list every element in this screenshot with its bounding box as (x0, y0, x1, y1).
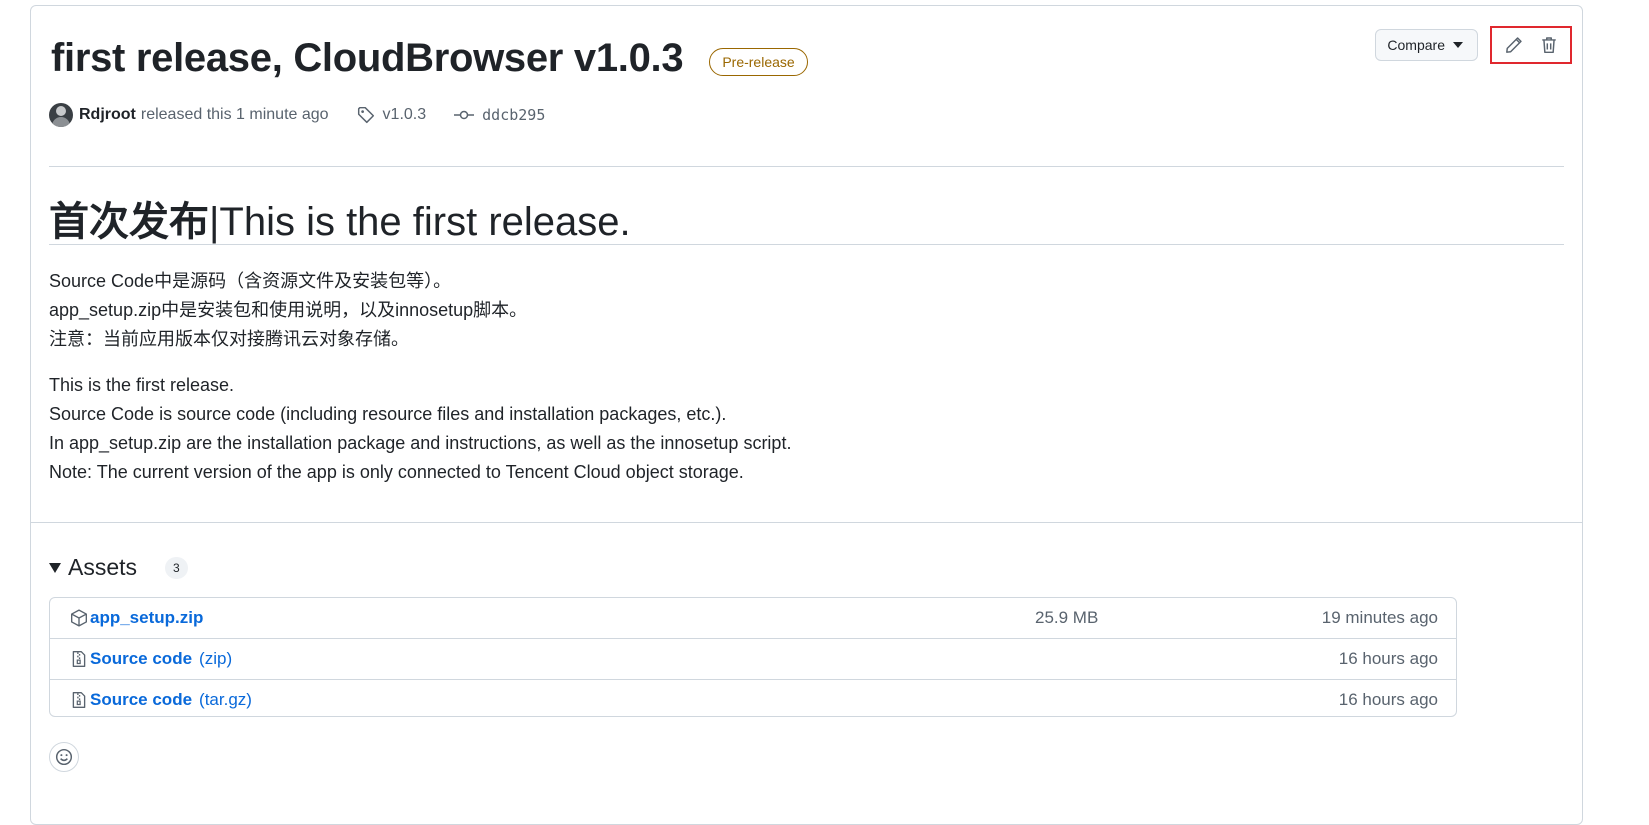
commit-sha: ddcb295 (482, 106, 546, 124)
assets-count-badge: 3 (165, 556, 188, 579)
edit-delete-group (1490, 26, 1572, 64)
note-line: This is the first release. (49, 375, 235, 395)
note-line: app_setup.zip中是安装包和使用说明，以及innosetup脚本。 (49, 300, 528, 320)
release-body-heading: 首次发布|This is the first release. (49, 189, 631, 247)
compare-button[interactable]: Compare (1375, 29, 1478, 61)
compare-label: Compare (1387, 37, 1445, 53)
file-zip-icon (72, 692, 86, 708)
assets-divider (31, 522, 1582, 523)
note-line: Source Code is source code (including re… (49, 404, 727, 424)
asset-link[interactable]: Source code (tar.gz) (70, 690, 252, 710)
triangle-down-icon (49, 562, 61, 573)
assets-heading: Assets (68, 554, 138, 580)
assets-toggle[interactable]: Assets 3 (49, 554, 188, 581)
note-line: Note: The current version of the app is … (49, 462, 744, 482)
asset-link[interactable]: app_setup.zip (70, 608, 210, 628)
delete-button[interactable] (1537, 33, 1561, 57)
asset-ext: (tar.gz) (199, 690, 252, 709)
released-text: released this 1 minute ago (140, 106, 329, 123)
release-card: first release, CloudBrowser v1.0.3 Pre-r… (30, 5, 1583, 825)
asset-row: app_setup.zip 25.9 MB 19 minutes ago (50, 598, 1456, 639)
asset-row: Source code (tar.gz) 16 hours ago (50, 680, 1456, 720)
release-notes-en: This is the first release. Source Code i… (49, 371, 791, 487)
asset-link[interactable]: Source code (zip) (70, 649, 232, 669)
asset-time: 19 minutes ago (1321, 608, 1438, 627)
asset-name: Source code (90, 649, 193, 668)
add-reaction-button[interactable] (49, 742, 79, 772)
release-header: first release, CloudBrowser v1.0.3 Pre-r… (51, 36, 808, 81)
chevron-down-icon (1453, 42, 1463, 48)
tag-label: v1.0.3 (382, 106, 427, 123)
release-actions: Compare (1375, 26, 1572, 64)
note-line: In app_setup.zip are the installation pa… (49, 433, 792, 453)
assets-list: app_setup.zip 25.9 MB 19 minutes ago Sou… (49, 597, 1457, 717)
file-zip-icon (72, 651, 86, 667)
heading-en: |This is the first release. (209, 200, 631, 244)
tag-icon (357, 106, 374, 124)
asset-ext: (zip) (199, 649, 233, 668)
release-notes-cn: Source Code中是源码（含资源文件及安装包等）。 app_setup.z… (49, 267, 527, 354)
edit-button[interactable] (1502, 33, 1526, 57)
asset-name: app_setup.zip (90, 608, 204, 627)
author-link[interactable]: Rdjroot (79, 106, 136, 124)
header-divider (49, 166, 1564, 167)
pencil-icon (1505, 37, 1522, 53)
commit-link[interactable]: ddcb295 (454, 106, 545, 124)
release-title[interactable]: first release, CloudBrowser v1.0.3 (51, 36, 684, 81)
trash-icon (1541, 37, 1556, 54)
heading-divider (49, 244, 1564, 245)
smiley-icon (55, 748, 73, 766)
note-line: 注意：当前应用版本仅对接腾讯云对象存储。 (49, 329, 409, 349)
asset-time: 16 hours ago (1338, 649, 1438, 668)
asset-row: Source code (zip) 16 hours ago (50, 639, 1456, 680)
tag-link[interactable]: v1.0.3 (357, 106, 427, 124)
avatar[interactable] (49, 103, 73, 127)
commit-icon (454, 110, 475, 120)
prerelease-badge: Pre-release (709, 47, 808, 76)
note-line: Source Code中是源码（含资源文件及安装包等）。 (49, 271, 452, 291)
heading-cn: 首次发布 (49, 200, 209, 244)
asset-time: 16 hours ago (1338, 690, 1438, 709)
release-meta: Rdjroot released this 1 minute ago v1.0.… (49, 103, 545, 127)
asset-size: 25.9 MB (1035, 608, 1099, 627)
package-icon (71, 609, 87, 627)
asset-name: Source code (90, 690, 193, 709)
